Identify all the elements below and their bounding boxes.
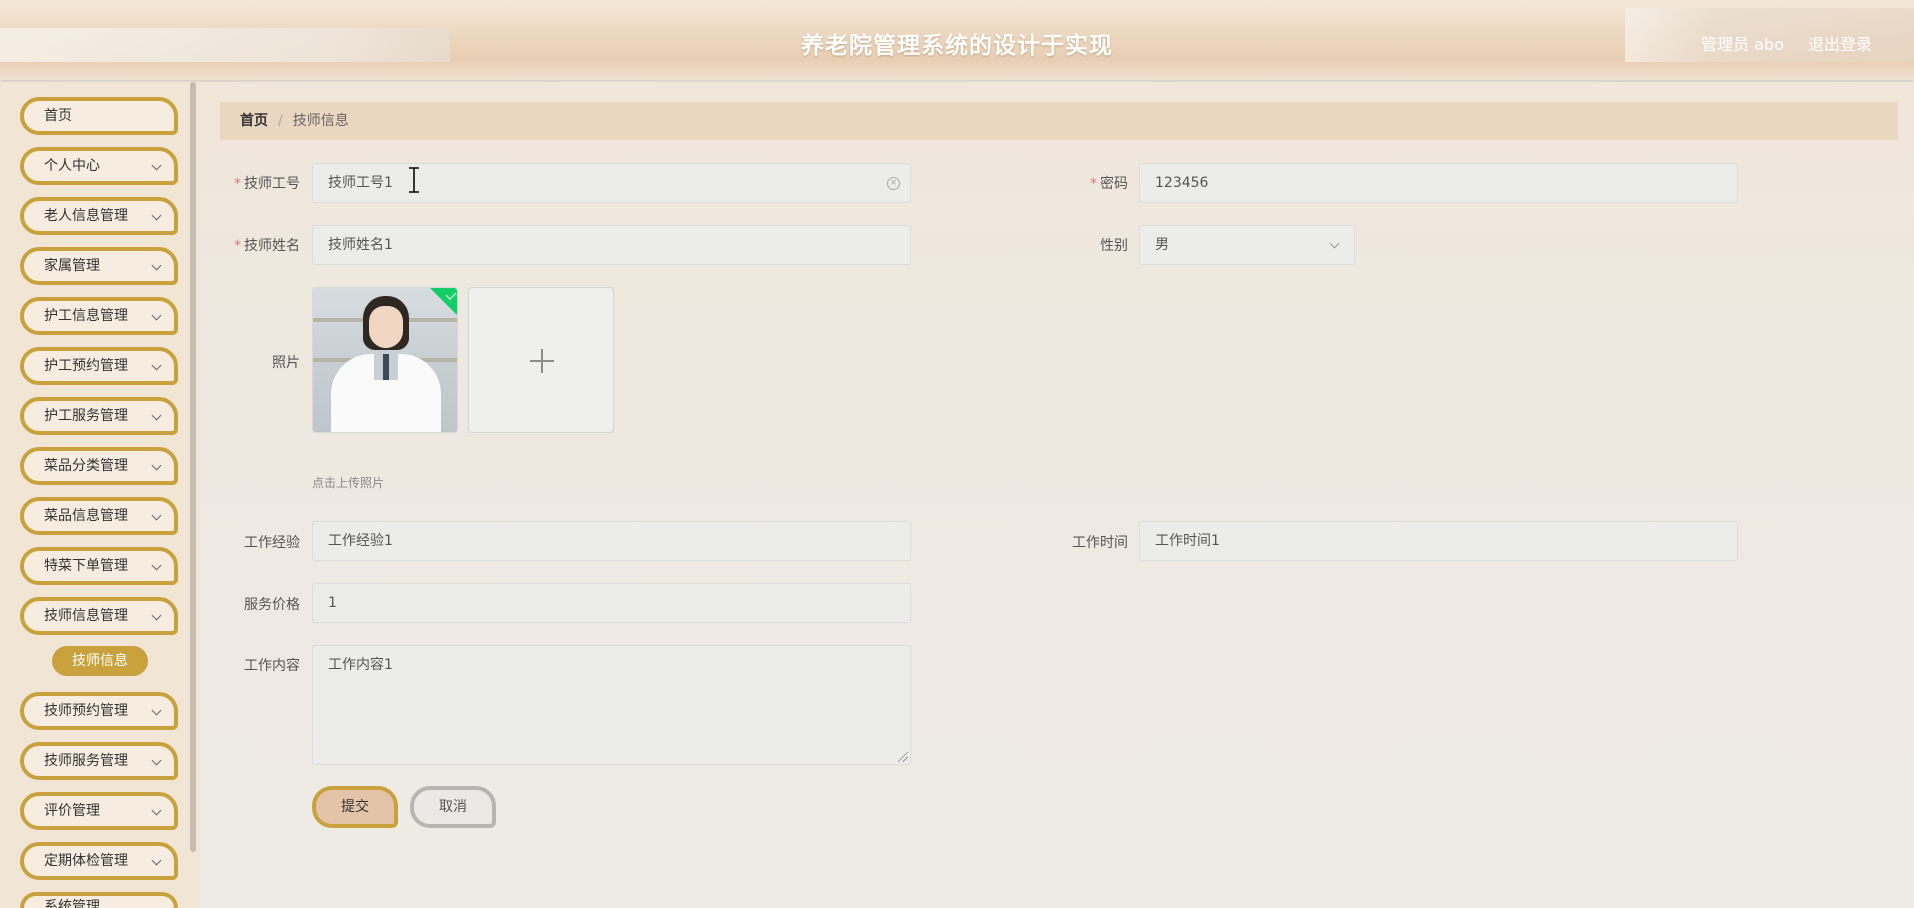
sidebar-item-label: 家属管理 <box>44 258 100 274</box>
content-value: 工作内容1 <box>328 657 393 673</box>
work-time-input[interactable]: 工作时间1 <box>1139 521 1738 561</box>
gender-label: 性别 <box>1100 238 1128 254</box>
gender-select[interactable]: 男 <box>1139 225 1355 265</box>
sidebar-scrollbar[interactable] <box>190 82 196 852</box>
text-cursor-icon <box>409 167 419 193</box>
sidebar-item-label: 老人信息管理 <box>44 208 128 224</box>
sidebar-item-label: 特菜下单管理 <box>44 558 128 574</box>
sidebar-item-label: 技师预约管理 <box>44 703 128 719</box>
experience-value: 工作经验1 <box>328 533 393 549</box>
sidebar-item-technician-service[interactable]: 技师服务管理 <box>20 742 178 780</box>
chevron-down-icon <box>151 410 162 421</box>
sidebar-item-dish-info[interactable]: 菜品信息管理 <box>20 497 178 535</box>
sidebar-item-label: 菜品分类管理 <box>44 458 128 474</box>
sidebar-item-label: 个人中心 <box>44 158 100 174</box>
sidebar-item-elderly[interactable]: 老人信息管理 <box>20 197 178 235</box>
sidebar-item-caregiver-info[interactable]: 护工信息管理 <box>20 297 178 335</box>
upload-photo-button[interactable] <box>468 287 614 433</box>
breadcrumb-separator: / <box>278 113 283 129</box>
sidebar-item-system[interactable]: 系统管理 <box>20 892 178 908</box>
price-value: 1 <box>328 595 337 611</box>
experience-label: 工作经验 <box>244 535 300 551</box>
chevron-down-icon <box>151 360 162 371</box>
submit-button[interactable]: 提交 <box>312 786 398 828</box>
breadcrumb-home[interactable]: 首页 <box>240 113 268 129</box>
sidebar-item-label: 菜品信息管理 <box>44 508 128 524</box>
password-label: * 密码 <box>1090 176 1128 192</box>
sidebar-item-label: 技师信息管理 <box>44 608 128 624</box>
sidebar-item-label: 评价管理 <box>44 803 100 819</box>
sidebar-item-label: 护工服务管理 <box>44 408 128 424</box>
sidebar-item-personal-center[interactable]: 个人中心 <box>20 147 178 185</box>
photo-label: 照片 <box>272 355 300 371</box>
tech-no-value: 技师工号1 <box>328 175 393 191</box>
sidebar-item-checkup[interactable]: 定期体检管理 <box>20 842 178 880</box>
chevron-down-icon <box>151 610 162 621</box>
work-time-value: 工作时间1 <box>1155 533 1220 549</box>
chevron-down-icon <box>151 855 162 866</box>
sidebar-item-caregiver-service[interactable]: 护工服务管理 <box>20 397 178 435</box>
chevron-down-icon <box>151 160 162 171</box>
sidebar-item-family[interactable]: 家属管理 <box>20 247 178 285</box>
tech-name-value: 技师姓名1 <box>328 237 393 253</box>
work-time-label: 工作时间 <box>1072 535 1128 551</box>
sidebar-item-review[interactable]: 评价管理 <box>20 792 178 830</box>
breadcrumb-current: 技师信息 <box>292 113 349 129</box>
sidebar-item-label: 护工信息管理 <box>44 308 128 324</box>
main-content <box>200 82 1914 908</box>
password-input[interactable]: 123456 <box>1139 163 1738 203</box>
chevron-down-icon <box>151 260 162 271</box>
sidebar-subitem-technician[interactable]: 技师信息 <box>52 646 148 676</box>
resize-handle[interactable] <box>898 752 908 762</box>
tech-no-input[interactable]: 技师工号1 × <box>312 163 911 203</box>
content-textarea[interactable]: 工作内容1 <box>312 645 911 765</box>
gender-value: 男 <box>1155 237 1169 253</box>
sidebar-item-dish-category[interactable]: 菜品分类管理 <box>20 447 178 485</box>
content-label: 工作内容 <box>244 658 300 674</box>
tech-no-label: * 技师工号 <box>234 176 300 192</box>
chevron-down-icon <box>151 805 162 816</box>
chevron-down-icon <box>151 510 162 521</box>
sidebar-item-technician-info[interactable]: 技师信息管理 <box>20 597 178 635</box>
sidebar-item-special-order[interactable]: 特菜下单管理 <box>20 547 178 585</box>
logout-link[interactable]: 退出登录 <box>1808 31 1872 55</box>
clear-icon[interactable]: × <box>887 177 900 190</box>
price-label: 服务价格 <box>244 597 300 613</box>
sidebar-item-caregiver-booking[interactable]: 护工预约管理 <box>20 347 178 385</box>
current-user: 管理员 abo <box>1701 35 1784 54</box>
password-value: 123456 <box>1155 175 1209 191</box>
cancel-button[interactable]: 取消 <box>410 786 496 828</box>
sidebar-item-label: 护工预约管理 <box>44 358 128 374</box>
tech-name-label: * 技师姓名 <box>234 238 300 254</box>
top-header: 养老院管理系统的设计于实现 管理员 abo 退出登录 <box>0 0 1914 80</box>
upload-hint: 点击上传照片 <box>312 476 385 490</box>
sidebar-item-label: 系统管理 <box>44 899 100 908</box>
chevron-down-icon <box>1329 238 1340 249</box>
tech-name-input[interactable]: 技师姓名1 <box>312 225 911 265</box>
sidebar-item-label: 定期体检管理 <box>44 853 128 869</box>
chevron-down-icon <box>151 560 162 571</box>
experience-input[interactable]: 工作经验1 <box>312 521 911 561</box>
sidebar-item-home[interactable]: 首页 <box>20 97 178 135</box>
uploaded-photo[interactable] <box>312 287 458 433</box>
app-title: 养老院管理系统的设计于实现 <box>801 33 1113 59</box>
breadcrumb: 首页 / 技师信息 <box>220 102 1898 140</box>
sidebar-item-label: 首页 <box>44 108 72 124</box>
chevron-down-icon <box>151 705 162 716</box>
chevron-down-icon <box>151 460 162 471</box>
price-input[interactable]: 1 <box>312 583 911 623</box>
chevron-down-icon <box>151 310 162 321</box>
chevron-down-icon <box>151 755 162 766</box>
chevron-down-icon <box>151 210 162 221</box>
sidebar-item-technician-booking[interactable]: 技师预约管理 <box>20 692 178 730</box>
sidebar-item-label: 技师服务管理 <box>44 753 128 769</box>
